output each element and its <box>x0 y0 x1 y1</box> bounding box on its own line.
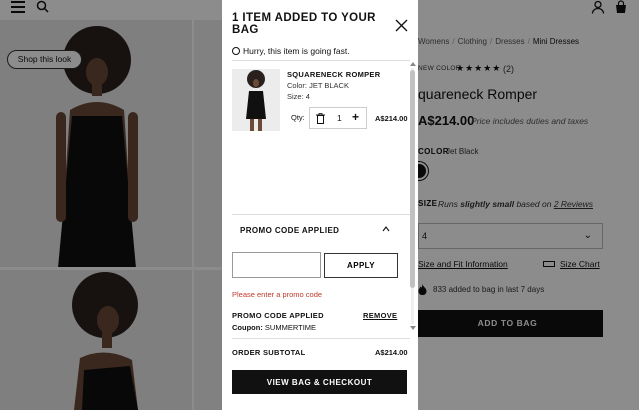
promo-applied-label: PROMO CODE APPLIED <box>232 311 324 320</box>
modal-scrollbar[interactable] <box>409 62 416 330</box>
coupon-line: Coupon: SUMMERTIME <box>232 323 316 332</box>
item-name: SQUARENECK ROMPER <box>287 70 381 79</box>
item-color: Color: JET BLACK <box>287 81 349 90</box>
view-bag-checkout-button[interactable]: VIEW BAG & CHECKOUT <box>232 370 407 394</box>
close-icon[interactable] <box>395 19 408 32</box>
coupon-code: SUMMERTIME <box>264 323 317 332</box>
chevron-up-icon[interactable] <box>382 225 390 233</box>
promo-error-message: Please enter a promo code <box>232 290 323 299</box>
divider <box>232 338 410 339</box>
alarm-clock-icon <box>232 47 240 55</box>
item-price: A$214.00 <box>375 114 408 123</box>
remove-promo-link[interactable]: REMOVE <box>363 311 397 320</box>
promo-code-input[interactable] <box>232 252 321 278</box>
promo-section-header[interactable]: PROMO CODE APPLIED <box>240 226 339 235</box>
modal-title: 1 ITEM ADDED TO YOUR BAG <box>232 12 376 36</box>
plus-icon[interactable]: + <box>352 110 359 124</box>
urgency-text: Hurry, this item is going fast. <box>243 46 350 56</box>
order-subtotal-label: ORDER SUBTOTAL <box>232 348 306 357</box>
quantity-stepper: 1 + <box>309 107 367 129</box>
scroll-up-arrow-icon[interactable] <box>410 62 416 66</box>
order-subtotal-value: A$214.00 <box>375 348 408 357</box>
coupon-label: Coupon: <box>232 323 263 332</box>
divider <box>232 214 410 215</box>
trash-icon[interactable] <box>316 113 325 124</box>
quantity-label: Qty: <box>291 113 305 122</box>
item-size: Size: 4 <box>287 92 310 101</box>
modal-scroll-area: SQUARENECK ROMPER Color: JET BLACK Size:… <box>222 61 418 333</box>
quantity-value[interactable]: 1 <box>337 113 342 123</box>
added-to-bag-modal: 1 ITEM ADDED TO YOUR BAG Hurry, this ite… <box>222 0 418 410</box>
urgency-message: Hurry, this item is going fast. <box>232 46 350 56</box>
scrollbar-thumb[interactable] <box>410 70 415 288</box>
scroll-down-arrow-icon[interactable] <box>410 326 416 330</box>
apply-promo-button[interactable]: APPLY <box>324 253 398 278</box>
item-thumbnail[interactable] <box>232 69 280 131</box>
item-thumbnail-image <box>232 69 280 131</box>
